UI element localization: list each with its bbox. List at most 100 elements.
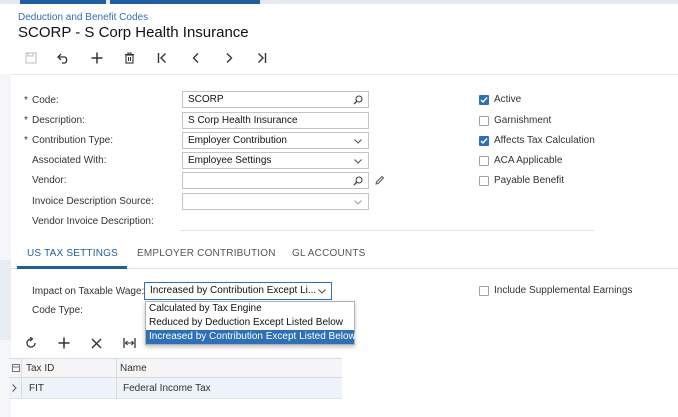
chevron-right-icon [12,378,17,398]
contribution-type-label: Contribution Type: [32,135,113,146]
aca-applicable-label: ACA Applicable [494,155,563,166]
impact-on-taxable-wage-label: Impact on Taxable Wage: [32,286,145,297]
main-toolbar [14,48,278,68]
garnishment-label: Garnishment [494,115,552,126]
column-header-tax-id[interactable]: Tax ID [26,359,54,377]
checkbox-unchecked-icon [479,155,489,166]
next-record-button[interactable] [212,48,245,68]
chevron-down-icon [318,284,326,299]
name-cell[interactable]: Federal Income Tax [123,378,211,398]
first-record-icon [157,53,166,63]
page-header: Deduction and Benefit Codes SCORP - S Co… [0,4,678,74]
first-record-button[interactable] [146,48,179,68]
add-row-button[interactable] [47,334,80,352]
edit-pencil-icon[interactable] [374,175,385,189]
search-icon[interactable] [352,93,364,107]
dropdown-option[interactable]: Calculated by Tax Engine [146,302,354,316]
add-button[interactable] [80,48,113,68]
tab-us-tax-settings[interactable]: US TAX SETTINGS [27,248,118,259]
previous-record-button[interactable] [179,48,212,68]
checkbox-unchecked-icon [479,175,489,186]
grid-toolbar [14,334,146,352]
payable-benefit-checkbox[interactable]: Payable Benefit [479,175,564,186]
code-value: SCORP [188,94,224,105]
impact-options-dropdown: Calculated by Tax Engine Reduced by Dedu… [145,301,356,345]
refresh-button[interactable] [14,334,47,352]
description-field[interactable]: S Corp Health Insurance [182,112,369,129]
row-selector-icon [12,359,20,377]
fit-columns-button[interactable] [113,334,146,352]
gutter-highlight [0,260,11,340]
include-supplemental-earnings-label: Include Supplemental Earnings [494,285,633,296]
impact-on-taxable-wage-value: Increased by Contribution Except Li... [150,285,317,296]
code-field[interactable]: SCORP [182,91,369,108]
tab-gl-accounts[interactable]: GL ACCOUNTS [292,248,366,259]
checkbox-unchecked-icon [479,115,489,126]
aca-applicable-checkbox[interactable]: ACA Applicable [479,155,562,166]
required-mark: * [24,95,28,106]
grid-column-divider [21,359,22,377]
grid-column-divider [116,359,117,377]
delete-button[interactable] [113,48,146,68]
invoice-description-source-label: Invoice Description Source: [32,196,154,207]
checkbox-unchecked-icon [479,285,489,296]
associated-with-select[interactable]: Employee Settings [182,152,369,169]
affects-tax-calculation-label: Affects Tax Calculation [494,135,595,146]
code-label: Code: [32,95,59,106]
save-button[interactable] [14,48,47,68]
tab-employer-contribution[interactable]: EMPLOYER CONTRIBUTION [137,248,276,259]
table-row[interactable]: FIT Federal Income Tax [9,378,342,399]
contribution-type-select[interactable]: Employer Contribution [182,132,369,149]
checkbox-checked-icon [479,135,489,146]
include-supplemental-earnings-checkbox[interactable]: Include Supplemental Earnings [479,285,632,296]
save-icon [25,52,36,64]
undo-icon [57,53,68,64]
tax-id-cell[interactable]: FIT [29,378,44,398]
form-separator [180,230,594,231]
active-label: Active [494,94,522,105]
page-title: SCORP - S Corp Health Insurance [18,24,249,41]
required-mark: * [24,135,28,146]
dropdown-option-selected[interactable]: Increased by Contribution Except Listed … [146,330,356,344]
associated-with-label: Associated With: [32,155,107,166]
contribution-type-value: Employer Contribution [188,135,287,146]
vendor-field[interactable] [182,172,369,189]
delete-row-icon [91,338,102,348]
code-type-label: Code Type: [32,305,83,316]
tab-bar: US TAX SETTINGS EMPLOYER CONTRIBUTION GL… [11,239,678,269]
garnishment-checkbox[interactable]: Garnishment [479,115,551,126]
required-mark: * [24,115,28,126]
last-record-button[interactable] [245,48,278,68]
chevron-down-icon [352,195,364,209]
affects-tax-calculation-checkbox[interactable]: Affects Tax Calculation [479,135,595,146]
payable-benefit-label: Payable Benefit [494,175,565,186]
grid-column-divider [21,378,22,398]
associated-with-value: Employee Settings [188,155,272,166]
grid-column-divider [116,378,117,398]
breadcrumb[interactable]: Deduction and Benefit Codes [18,12,148,23]
search-icon[interactable] [352,174,364,188]
fit-columns-icon [123,338,136,348]
vendor-invoice-description-label: Vendor Invoice Description: [32,216,154,227]
undo-button[interactable] [47,48,80,68]
delete-row-button[interactable] [80,334,113,352]
active-tab-indicator [17,266,127,269]
checkbox-checked-icon [479,94,489,105]
refresh-icon [25,337,36,348]
dropdown-option[interactable]: Reduced by Deduction Except Listed Below [146,316,354,330]
tax-grid: Tax ID Name FIT Federal Income Tax [9,358,342,400]
previous-record-icon [192,53,198,63]
next-record-icon [226,53,232,63]
delete-icon [125,52,134,64]
column-header-name[interactable]: Name [120,359,147,377]
add-row-icon [58,337,69,349]
impact-on-taxable-wage-select[interactable]: Increased by Contribution Except Li... [144,282,332,300]
chevron-down-icon [352,134,364,148]
grid-header: Tax ID Name [9,358,342,378]
chevron-down-icon [352,154,364,168]
last-record-icon [258,53,267,63]
invoice-description-source-select[interactable] [182,193,369,210]
description-label: Description: [32,115,85,126]
active-checkbox[interactable]: Active [479,94,521,105]
description-value: S Corp Health Insurance [188,115,298,126]
